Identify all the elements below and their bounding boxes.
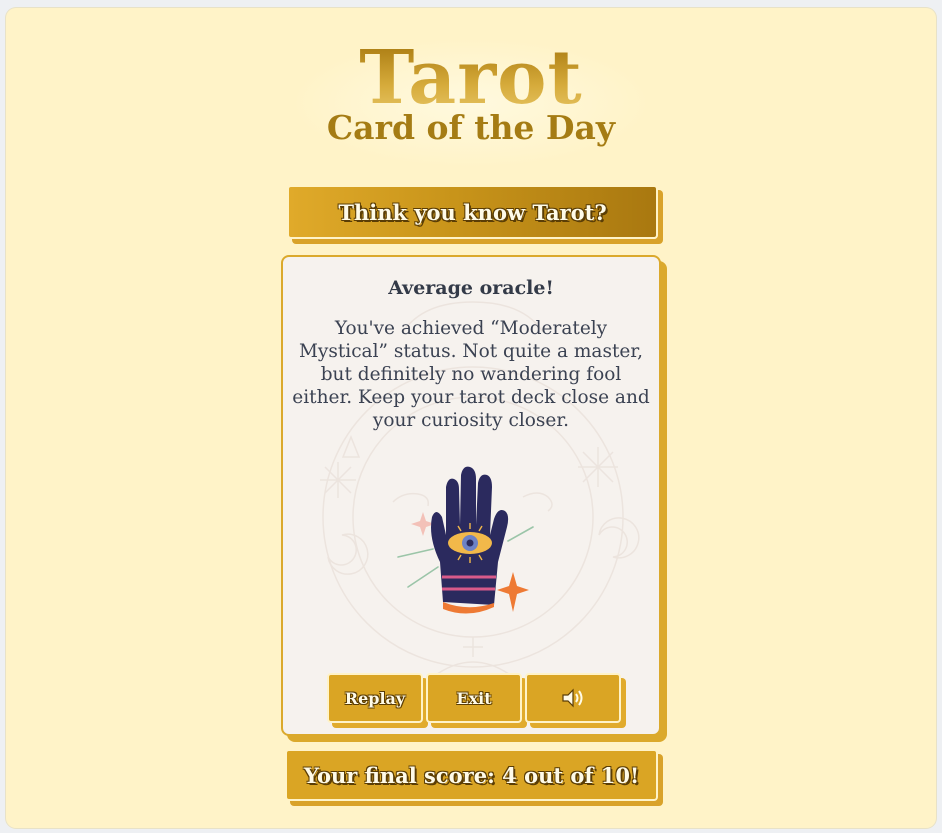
exit-button[interactable]: Exit — [426, 673, 522, 723]
quiz-banner: Think you know Tarot? — [287, 185, 658, 239]
tarot-logo: Tarot Card of the Day — [290, 38, 652, 168]
logo-title: Tarot — [290, 41, 652, 115]
hand-with-eye-icon — [397, 466, 534, 614]
sound-toggle-button[interactable] — [525, 673, 621, 723]
speaker-icon — [562, 688, 583, 708]
final-score: Your final score: 4 out of 10! — [285, 749, 658, 801]
logo-subtitle: Card of the Day — [326, 108, 616, 147]
result-heading: Average oracle! — [388, 277, 554, 299]
result-message: You've achieved “Moderately Mystical” st… — [292, 318, 650, 431]
result-card: Average oracle! You've achieved “Moderat… — [281, 255, 661, 736]
replay-button[interactable]: Replay — [327, 673, 423, 723]
